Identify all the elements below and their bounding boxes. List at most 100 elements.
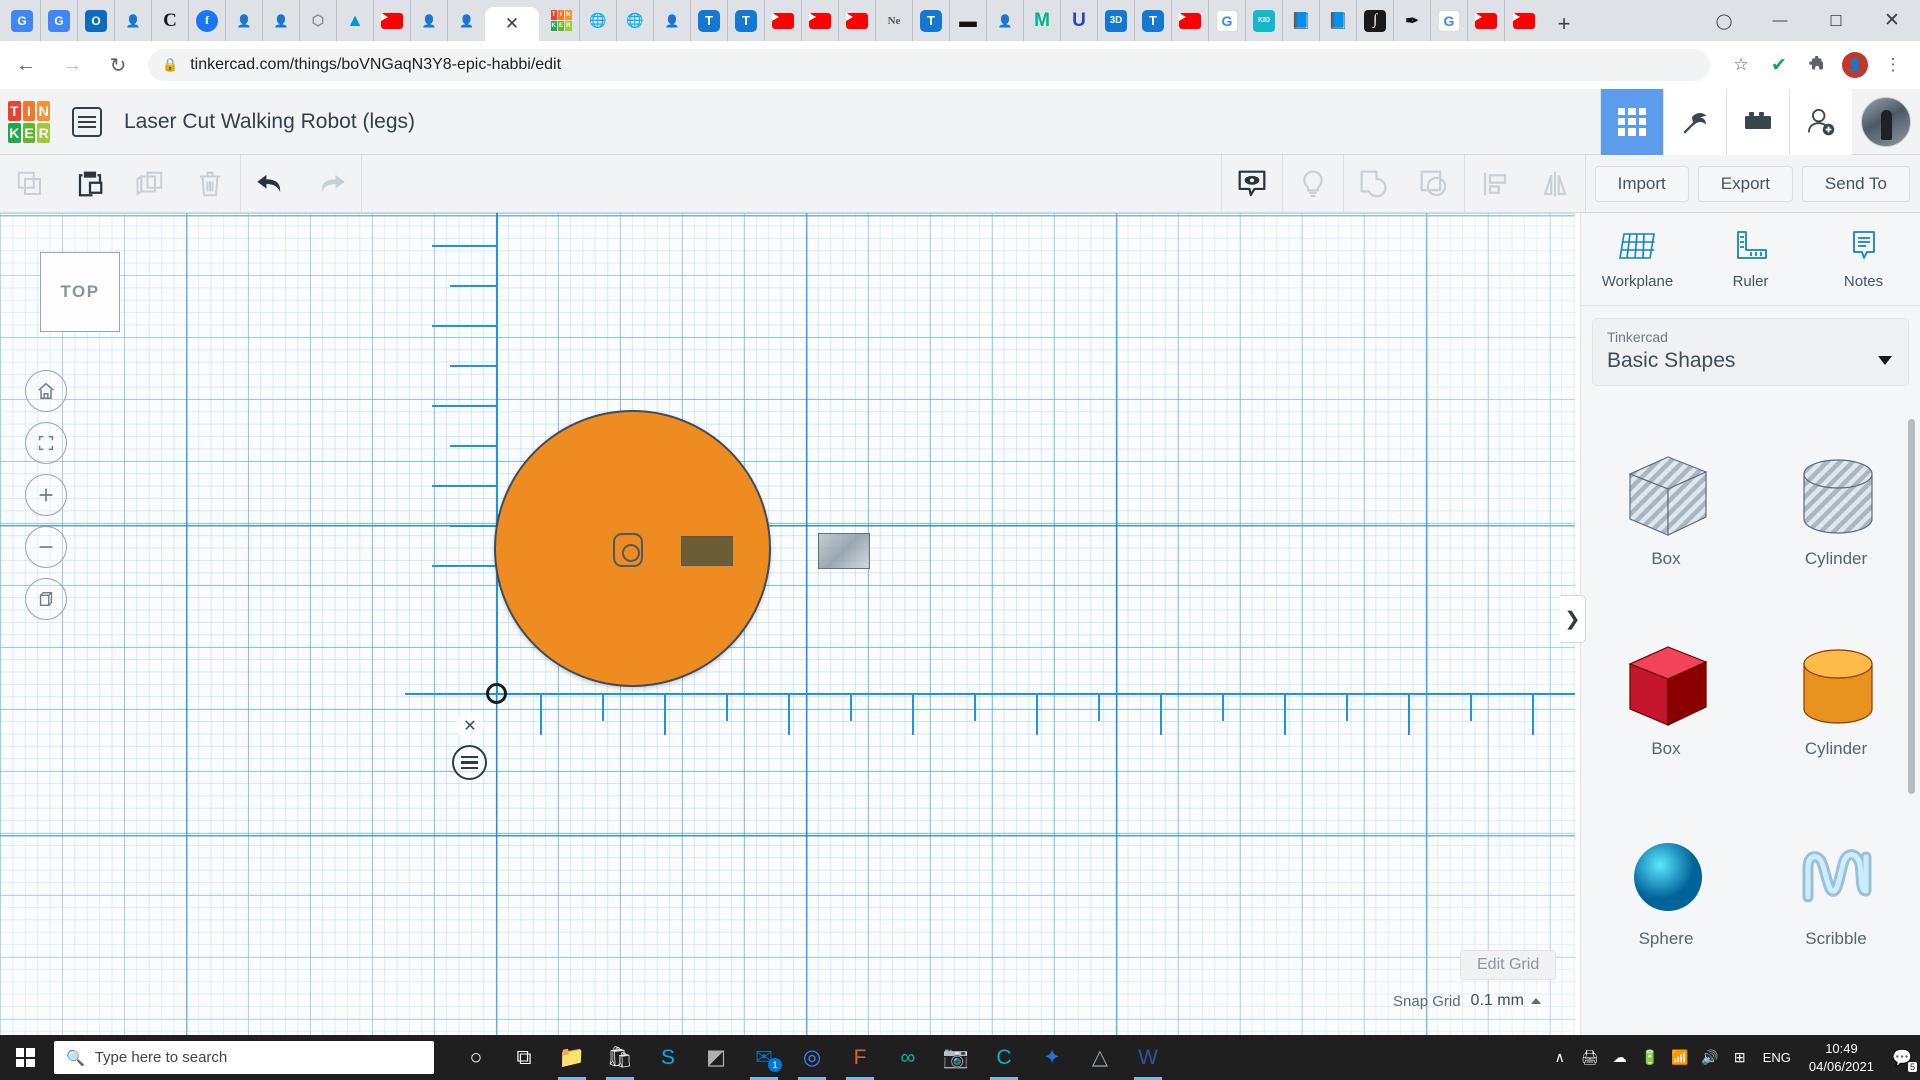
home-view-button[interactable] <box>25 370 67 412</box>
send-to-button[interactable]: Send To <box>1802 166 1910 202</box>
moodle-icon[interactable]: ⬡ <box>300 0 337 41</box>
user-avatar[interactable] <box>1861 97 1911 147</box>
active-browser-tab[interactable]: ✕ <box>485 7 539 41</box>
google-translate-icon[interactable]: G <box>41 0 78 41</box>
new-tab-button[interactable]: + <box>1547 7 1581 41</box>
extension-check-icon[interactable]: ✔ <box>1760 46 1798 84</box>
maximize-window-button[interactable]: ☐ <box>1808 0 1864 41</box>
3d-icon[interactable]: 3D <box>1098 0 1135 41</box>
group-button[interactable] <box>1344 155 1404 213</box>
google-icon[interactable]: G <box>1431 0 1468 41</box>
dark-slot-shape[interactable] <box>681 536 733 566</box>
kdenlive-button[interactable]: ◩ <box>692 1035 740 1080</box>
export-button[interactable]: Export <box>1698 166 1793 202</box>
forward-button[interactable]: → <box>52 45 92 85</box>
outlook-icon[interactable]: O <box>78 0 115 41</box>
wevideo-icon[interactable]: ▃▃ <box>950 0 987 41</box>
page-title[interactable]: Laser Cut Walking Robot (legs) <box>124 110 415 134</box>
show-hidden-icons-button[interactable]: ∧ <box>1545 1035 1575 1080</box>
task-view-button[interactable]: ⧉ <box>500 1035 548 1080</box>
close-tab-icon[interactable]: ✕ <box>505 14 519 34</box>
browser-profile-avatar[interactable]: 👤 <box>1836 46 1874 84</box>
tinkercad-icon[interactable]: T <box>728 0 765 41</box>
language-indicator[interactable]: ENG <box>1755 1050 1799 1065</box>
teams-button[interactable]: C <box>980 1035 1028 1080</box>
align-button[interactable] <box>1465 155 1525 213</box>
mirror-button[interactable] <box>1525 155 1585 213</box>
network-icon[interactable]: 📶 <box>1665 1035 1695 1080</box>
youtube-icon[interactable] <box>765 0 802 41</box>
tinkercad-icon[interactable]: T <box>913 0 950 41</box>
shape-scribble[interactable]: Scribble <box>1751 793 1920 983</box>
tinkercad-user-icon[interactable]: 👤 <box>448 0 485 41</box>
tinkercad-icon[interactable]: T <box>691 0 728 41</box>
chrome-button[interactable]: ◎ <box>788 1035 836 1080</box>
medium-icon[interactable]: M <box>1024 0 1061 41</box>
tinkercad-user-icon[interactable]: 👤 <box>115 0 152 41</box>
inkscape-icon[interactable]: ✒ <box>1394 0 1431 41</box>
camera-button[interactable]: 📷 <box>932 1035 980 1080</box>
view-cube[interactable]: TOP <box>40 252 120 332</box>
bookmark-icon[interactable]: 📘 <box>1320 0 1357 41</box>
blocks-view-button[interactable] <box>1600 89 1663 155</box>
zoom-out-button[interactable] <box>25 526 67 568</box>
notes-tool[interactable]: Notes <box>1807 213 1920 305</box>
tinkercad-logo-icon[interactable]: TINKER <box>543 0 580 41</box>
infinity-app-button[interactable]: ∞ <box>884 1035 932 1080</box>
redo-button[interactable] <box>301 155 361 213</box>
tinkercad-user-icon[interactable]: 👤 <box>263 0 300 41</box>
address-bar[interactable]: 🔒 tinkercad.com/things/boVNGaqN3Y8-epic-… <box>148 49 1710 81</box>
google-translate-icon[interactable]: G <box>4 0 41 41</box>
autodesk-icon[interactable]: ▲ <box>337 0 374 41</box>
shape-box-solid[interactable]: Box <box>1581 603 1751 793</box>
file-explorer-button[interactable]: 📁 <box>548 1035 596 1080</box>
taskbar-search[interactable]: 🔍 Type here to search <box>54 1041 434 1074</box>
shape-cylinder-solid[interactable]: Cylinder <box>1751 603 1920 793</box>
design-canvas[interactable] <box>0 213 1575 1035</box>
canvas-icon[interactable]: C <box>152 0 189 41</box>
paste-button[interactable] <box>60 155 120 213</box>
integral-app-icon[interactable]: ∫ <box>1357 0 1394 41</box>
ruler-horizontal-axis[interactable] <box>405 693 1575 695</box>
word-button[interactable]: W <box>1124 1035 1172 1080</box>
triangle-app-button[interactable]: △ <box>1076 1035 1124 1080</box>
kidoz-icon[interactable]: KID <box>1246 0 1283 41</box>
hub-hole-shape[interactable] <box>613 533 643 567</box>
workplane-tool[interactable]: Workplane <box>1581 213 1694 305</box>
youtube-icon[interactable] <box>802 0 839 41</box>
ruler-close-button[interactable]: ✕ <box>456 712 484 740</box>
ruler-vertical-axis[interactable] <box>496 213 498 693</box>
bookmark-star-icon[interactable]: ☆ <box>1722 46 1760 84</box>
windows-update-icon[interactable]: ⊞ <box>1725 1035 1755 1080</box>
panel-collapse-button[interactable]: ❯ <box>1560 595 1586 643</box>
import-button[interactable]: Import <box>1595 166 1689 202</box>
tinkercad-user-icon[interactable]: 👤 <box>411 0 448 41</box>
hide-button[interactable] <box>1283 155 1343 213</box>
invite-people-button[interactable] <box>1789 89 1852 155</box>
ruler-origin-handle[interactable] <box>486 683 507 704</box>
tinkercad-user-icon[interactable]: 👤 <box>654 0 691 41</box>
project-list-button[interactable] <box>72 107 102 137</box>
back-button[interactable]: ← <box>6 45 46 85</box>
shape-cylinder-hole[interactable]: Cylinder <box>1751 413 1920 603</box>
bookmark-icon[interactable]: 📘 <box>1283 0 1320 41</box>
browser-menu-button[interactable]: ⋮ <box>1874 46 1912 84</box>
volume-icon[interactable]: 🔊 <box>1695 1035 1725 1080</box>
mail-button[interactable]: ✉1 <box>740 1035 788 1080</box>
ungroup-button[interactable] <box>1404 155 1464 213</box>
tinkercad-logo[interactable]: TINKER <box>8 101 50 143</box>
extension-puzzle-icon[interactable] <box>1798 46 1836 84</box>
minimize-window-button[interactable]: — <box>1752 0 1808 41</box>
perspective-toggle-button[interactable] <box>25 578 67 620</box>
youtube-icon[interactable] <box>1172 0 1209 41</box>
globe-icon[interactable]: 🌐 <box>580 0 617 41</box>
reload-button[interactable]: ↻ <box>98 45 138 85</box>
shape-list-scroll-thumb[interactable] <box>1908 419 1915 794</box>
cortana-button[interactable]: ○ <box>452 1035 500 1080</box>
shape-library-select[interactable]: Tinkercad Basic Shapes <box>1592 318 1909 386</box>
tinkercad-icon[interactable]: T <box>1135 0 1172 41</box>
edit-grid-button[interactable]: Edit Grid <box>1460 950 1556 980</box>
ghost-slot-shape[interactable] <box>818 533 870 569</box>
taskbar-clock[interactable]: 10:49 04/06/2021 <box>1799 1040 1884 1075</box>
youtube-icon[interactable] <box>839 0 876 41</box>
